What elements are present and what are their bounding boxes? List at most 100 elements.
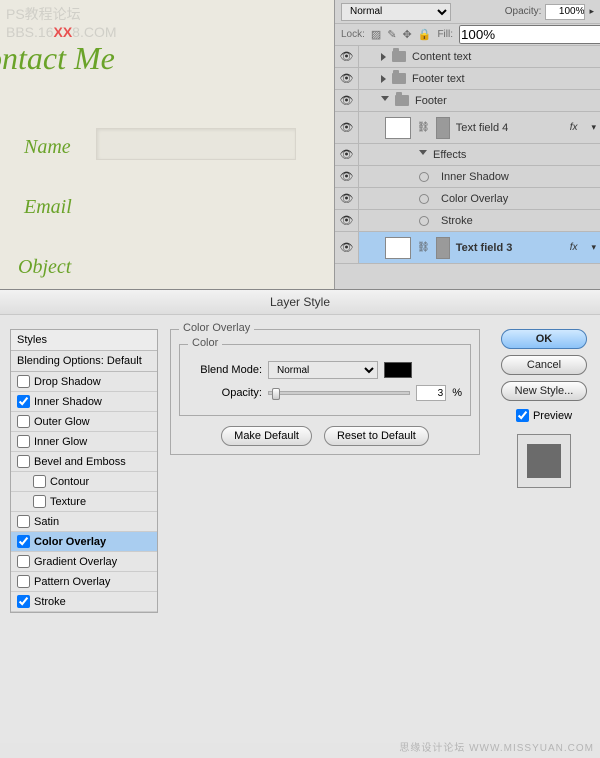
watermark-line2: BBS.16XX8.COM bbox=[6, 24, 117, 40]
visibility-toggle[interactable]: 👁 bbox=[335, 68, 359, 89]
style-satin[interactable]: Satin bbox=[11, 512, 157, 532]
visibility-toggle[interactable]: 👁 bbox=[335, 188, 359, 209]
layer-group-row[interactable]: 👁 Footer text bbox=[335, 68, 600, 90]
blend-mode-select[interactable]: Normal bbox=[341, 3, 451, 21]
visibility-toggle[interactable]: 👁 bbox=[335, 166, 359, 187]
style-drop-shadow[interactable]: Drop Shadow bbox=[11, 372, 157, 392]
color-swatch[interactable] bbox=[384, 362, 412, 378]
layer-thumb bbox=[385, 117, 411, 139]
content-pane: Color Overlay Color Blend Mode: Normal O… bbox=[170, 329, 480, 463]
layer-group-row[interactable]: 👁 Footer bbox=[335, 90, 600, 112]
new-style-button[interactable]: New Style... bbox=[501, 381, 587, 401]
effect-icon bbox=[419, 172, 429, 182]
mask-thumb bbox=[436, 237, 450, 259]
lock-move-icon[interactable]: ✥ bbox=[403, 28, 412, 41]
contact-title: ontact Me bbox=[0, 40, 115, 77]
label-email: Email bbox=[24, 196, 72, 219]
visibility-toggle[interactable]: 👁 bbox=[335, 210, 359, 231]
visibility-toggle[interactable]: 👁 bbox=[335, 90, 359, 111]
style-stroke[interactable]: Stroke bbox=[11, 592, 157, 612]
lock-paint-icon[interactable]: ✎ bbox=[387, 28, 396, 41]
style-contour[interactable]: Contour bbox=[11, 472, 157, 492]
link-icon[interactable]: ⛓ bbox=[417, 242, 430, 253]
style-pattern-overlay[interactable]: Pattern Overlay bbox=[11, 572, 157, 592]
layer-style-dialog: Layer Style Styles Blending Options: Def… bbox=[0, 289, 600, 743]
style-outer-glow[interactable]: Outer Glow bbox=[11, 412, 157, 432]
folder-icon bbox=[392, 51, 406, 62]
style-inner-shadow[interactable]: Inner Shadow bbox=[11, 392, 157, 412]
opacity-slider[interactable] bbox=[268, 391, 410, 395]
style-bevel[interactable]: Bevel and Emboss bbox=[11, 452, 157, 472]
effect-item[interactable]: 👁Stroke bbox=[335, 210, 600, 232]
style-inner-glow[interactable]: Inner Glow bbox=[11, 432, 157, 452]
checkbox[interactable] bbox=[33, 475, 46, 488]
checkbox[interactable] bbox=[17, 415, 30, 428]
group-label: Color bbox=[188, 337, 222, 349]
mask-thumb bbox=[436, 117, 450, 139]
checkbox[interactable] bbox=[17, 435, 30, 448]
visibility-toggle[interactable]: 👁 bbox=[335, 112, 359, 143]
style-texture[interactable]: Texture bbox=[11, 492, 157, 512]
preview-swatch bbox=[527, 444, 561, 478]
layer-row-selected[interactable]: 👁 ⛓Text field 3fx▾ bbox=[335, 232, 600, 264]
expand-icon[interactable] bbox=[381, 53, 386, 61]
watermark-line1: PS教程论坛 bbox=[6, 4, 117, 24]
opacity-input[interactable] bbox=[545, 4, 585, 20]
blend-mode-label: Blend Mode: bbox=[188, 364, 262, 376]
reset-default-button[interactable]: Reset to Default bbox=[324, 426, 429, 446]
checkbox[interactable] bbox=[33, 495, 46, 508]
preview-toggle[interactable]: Preview bbox=[516, 409, 572, 422]
effect-icon bbox=[419, 216, 429, 226]
checkbox[interactable] bbox=[17, 375, 30, 388]
visibility-toggle[interactable]: 👁 bbox=[335, 46, 359, 67]
folder-icon bbox=[392, 73, 406, 84]
expand-icon[interactable] bbox=[419, 150, 427, 159]
preview-box bbox=[517, 434, 571, 488]
opacity-label: Opacity: bbox=[505, 6, 542, 17]
checkbox[interactable] bbox=[17, 555, 30, 568]
text-field-input[interactable] bbox=[96, 128, 296, 160]
color-group: Color Blend Mode: Normal Opacity: % bbox=[179, 344, 471, 416]
folder-icon bbox=[395, 95, 409, 106]
effect-item[interactable]: 👁Color Overlay bbox=[335, 188, 600, 210]
checkbox[interactable] bbox=[17, 535, 30, 548]
opacity-label: Opacity: bbox=[188, 387, 262, 399]
color-overlay-group: Color Overlay Color Blend Mode: Normal O… bbox=[170, 329, 480, 455]
expand-icon[interactable] bbox=[381, 75, 386, 83]
styles-header[interactable]: Styles bbox=[11, 330, 157, 351]
checkbox[interactable] bbox=[17, 595, 30, 608]
canvas-area: PS教程论坛 BBS.16XX8.COM ontact Me Name Emai… bbox=[0, 0, 334, 290]
checkbox[interactable] bbox=[17, 515, 30, 528]
lock-row: Lock: ▨ ✎ ✥ 🔒 Fill: ▸ bbox=[335, 24, 600, 46]
lock-all-icon[interactable]: 🔒 bbox=[418, 28, 432, 41]
effect-item[interactable]: 👁Inner Shadow bbox=[335, 166, 600, 188]
effects-row[interactable]: 👁 Effects bbox=[335, 144, 600, 166]
checkbox[interactable] bbox=[17, 395, 30, 408]
dialog-title: Layer Style bbox=[0, 290, 600, 315]
blend-mode-select[interactable]: Normal bbox=[268, 361, 378, 379]
cancel-button[interactable]: Cancel bbox=[501, 355, 587, 375]
expand-icon[interactable] bbox=[381, 96, 389, 105]
style-gradient-overlay[interactable]: Gradient Overlay bbox=[11, 552, 157, 572]
blend-row: Normal Opacity: ▸ bbox=[335, 0, 600, 24]
effect-icon bbox=[419, 194, 429, 204]
visibility-toggle[interactable]: 👁 bbox=[335, 144, 359, 165]
fill-input[interactable] bbox=[459, 25, 600, 44]
lock-transparent-icon[interactable]: ▨ bbox=[371, 28, 381, 41]
layer-group-row[interactable]: 👁 Content text bbox=[335, 46, 600, 68]
layers-panel: Normal Opacity: ▸ Lock: ▨ ✎ ✥ 🔒 Fill: ▸ … bbox=[334, 0, 600, 290]
link-icon[interactable]: ⛓ bbox=[417, 122, 430, 133]
visibility-toggle[interactable]: 👁 bbox=[335, 232, 359, 263]
checkbox[interactable] bbox=[17, 455, 30, 468]
checkbox[interactable] bbox=[17, 575, 30, 588]
layer-row[interactable]: 👁 ⛓Text field 4fx▾ bbox=[335, 112, 600, 144]
blending-options[interactable]: Blending Options: Default bbox=[11, 351, 157, 372]
label-object: Object bbox=[18, 256, 71, 279]
styles-list: Styles Blending Options: Default Drop Sh… bbox=[10, 329, 158, 613]
opacity-value[interactable] bbox=[416, 385, 446, 401]
ok-button[interactable]: OK bbox=[501, 329, 587, 349]
style-color-overlay[interactable]: Color Overlay bbox=[11, 532, 157, 552]
label-name: Name bbox=[24, 136, 71, 159]
make-default-button[interactable]: Make Default bbox=[221, 426, 312, 446]
preview-checkbox[interactable] bbox=[516, 409, 529, 422]
